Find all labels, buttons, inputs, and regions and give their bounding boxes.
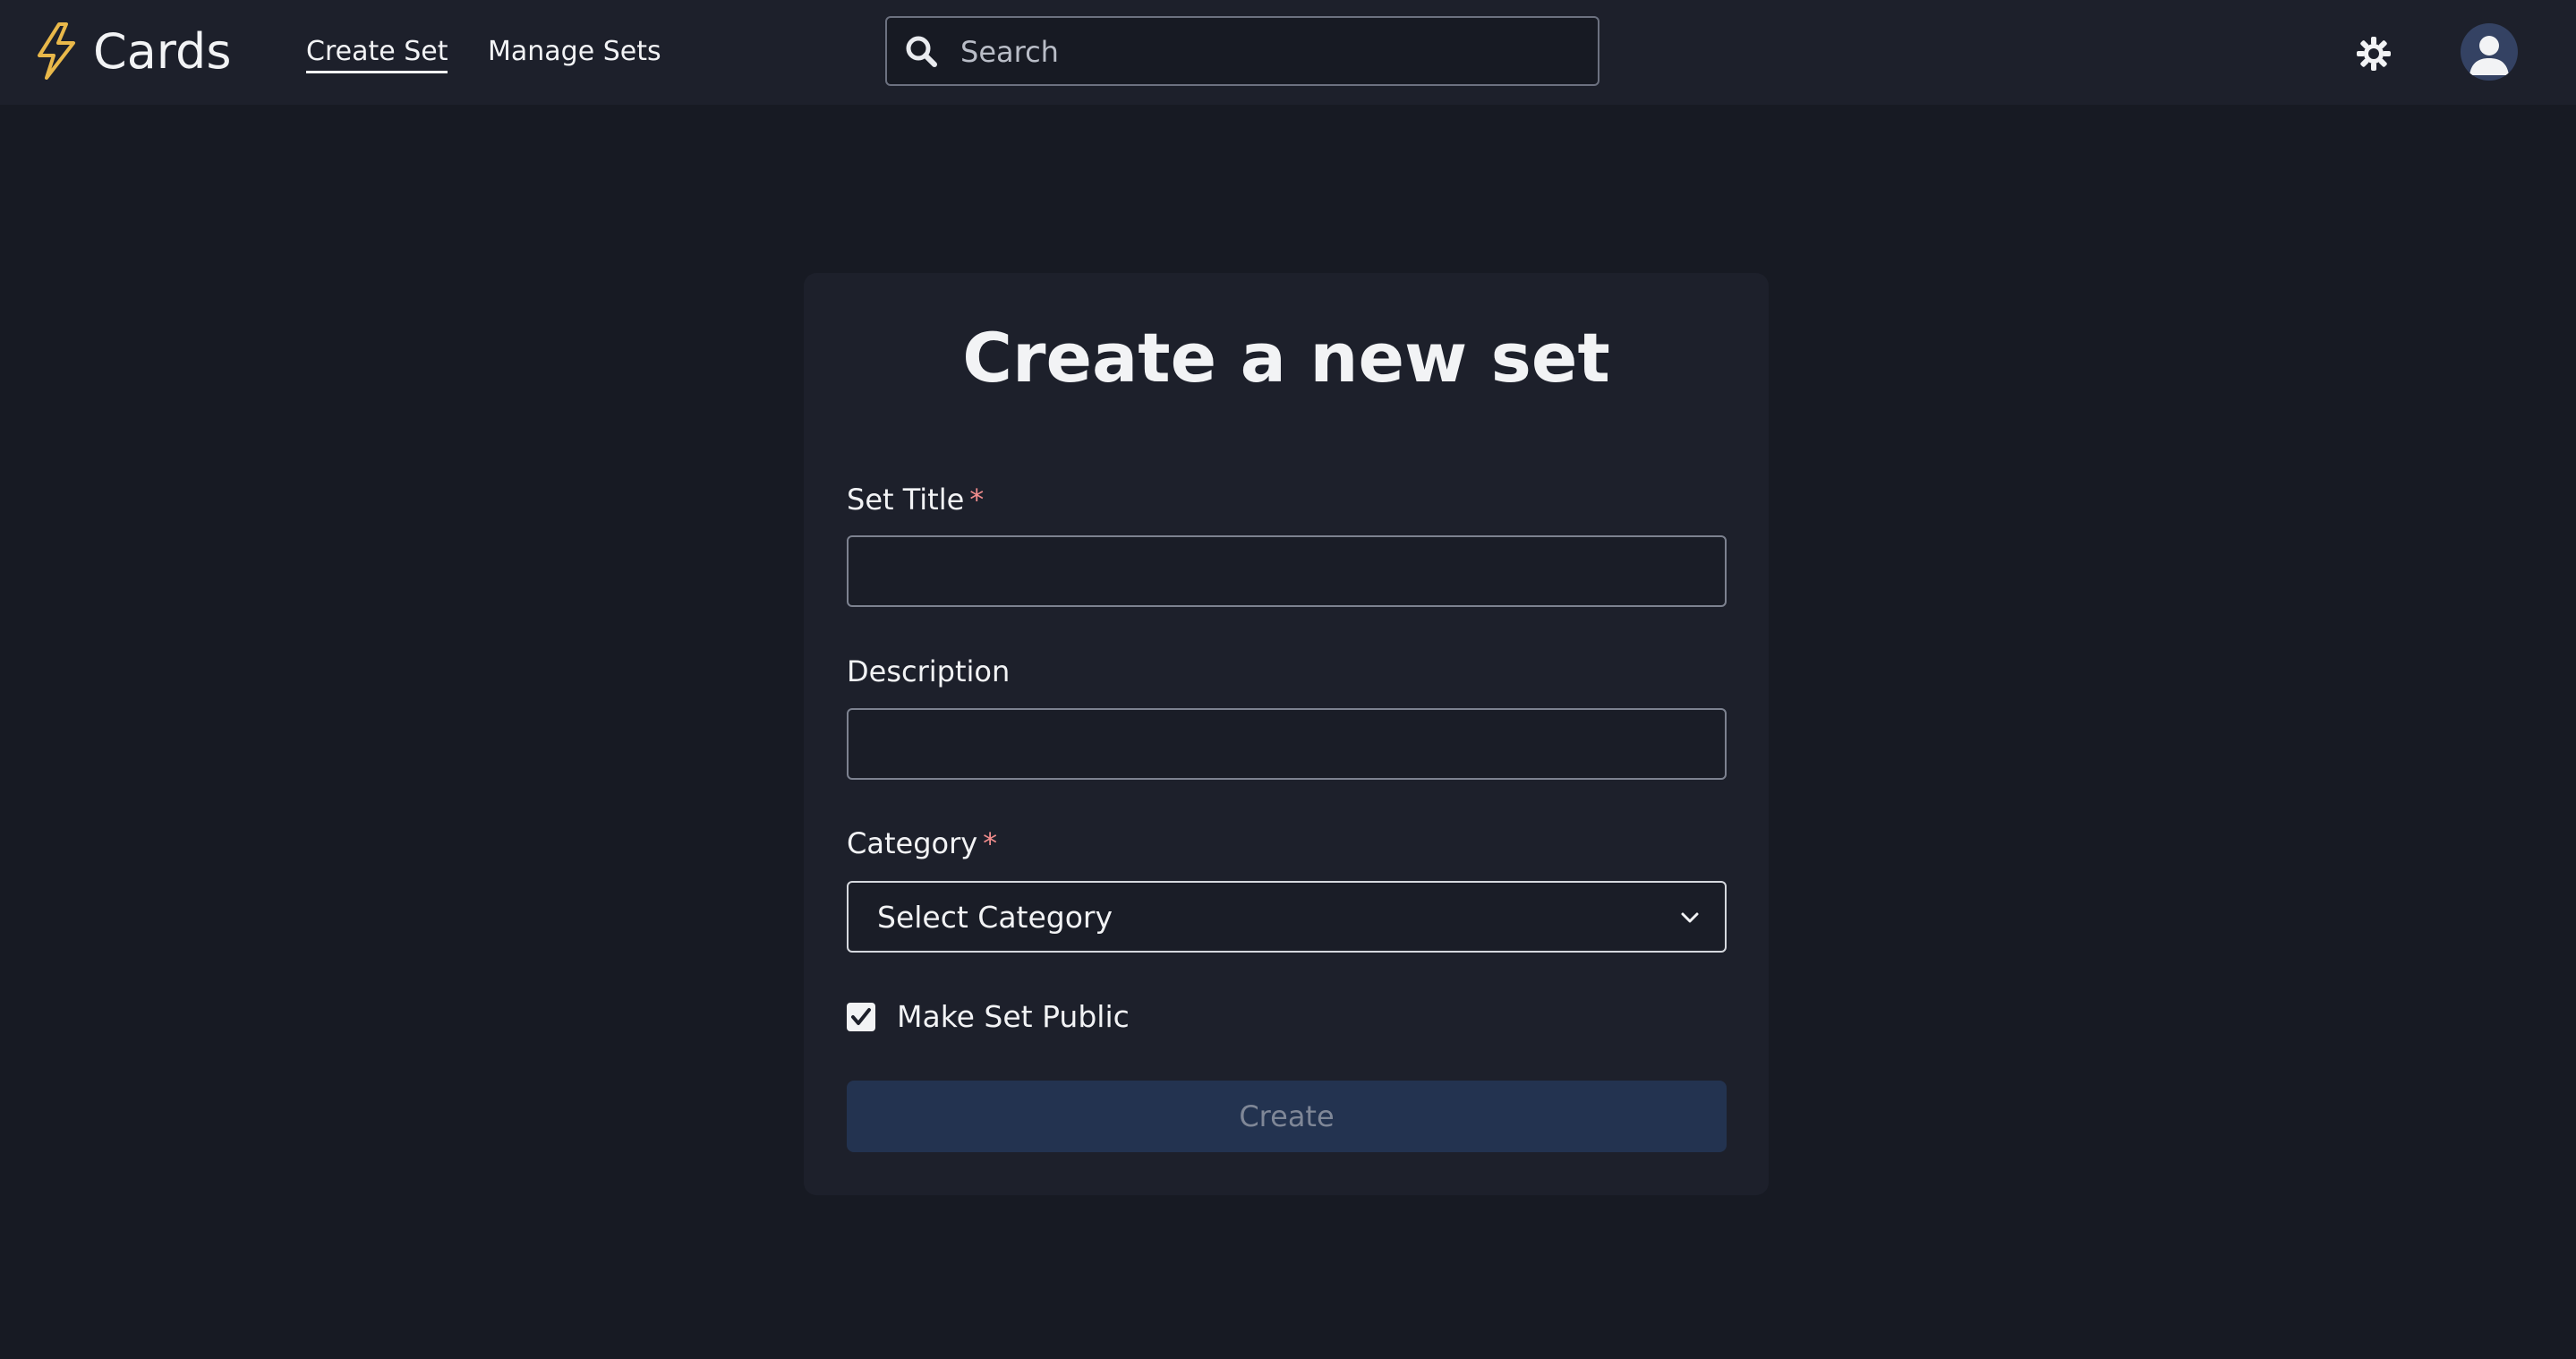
user-avatar-icon[interactable] <box>2461 23 2518 81</box>
category-label: Category * <box>847 824 997 863</box>
make-public-label[interactable]: Make Set Public <box>897 996 1130 1038</box>
description-label: Description <box>847 652 1010 691</box>
checkmark-icon <box>851 1008 871 1025</box>
description-label-text: Description <box>847 654 1011 688</box>
search-input[interactable] <box>959 27 1580 77</box>
lightning-bolt-icon <box>38 22 75 80</box>
create-button[interactable]: Create <box>847 1081 1727 1152</box>
set-title-input[interactable] <box>847 535 1727 607</box>
chevron-down-icon <box>1681 912 1699 923</box>
nav-link-create-set[interactable]: Create Set <box>306 34 448 73</box>
category-select[interactable]: Select Category <box>847 881 1727 953</box>
search-box[interactable] <box>885 16 1599 86</box>
category-select-value: Select Category <box>877 900 1113 935</box>
user-silhouette-icon <box>2469 36 2509 75</box>
description-input[interactable] <box>847 708 1727 780</box>
set-title-label-text: Set Title <box>847 483 965 517</box>
nav-link-manage-sets[interactable]: Manage Sets <box>488 34 661 70</box>
sun-icon[interactable] <box>2356 36 2392 72</box>
make-public-checkbox[interactable] <box>847 1003 875 1031</box>
category-label-text: Category <box>847 826 978 860</box>
page-title: Create a new set <box>962 318 1610 397</box>
create-set-card: Create a new set Set Title * Description … <box>804 273 1769 1195</box>
required-marker: * <box>969 483 985 517</box>
required-marker: * <box>983 826 998 860</box>
app-name[interactable]: Cards <box>93 20 231 84</box>
top-navigation-bar: Cards Create Set Manage Sets <box>0 0 2576 105</box>
set-title-label: Set Title * <box>847 480 984 519</box>
search-icon <box>906 36 937 67</box>
